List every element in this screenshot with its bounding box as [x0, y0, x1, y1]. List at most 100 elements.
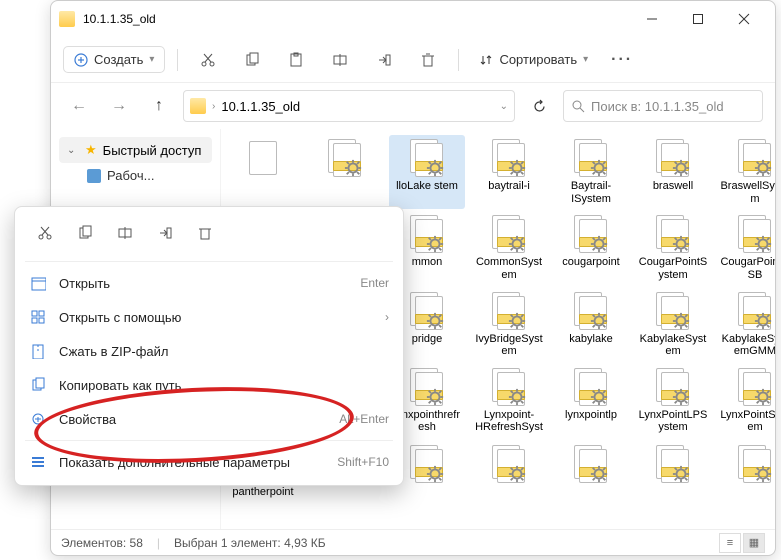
share-button[interactable] — [366, 44, 402, 76]
divider: | — [157, 536, 160, 550]
open-icon — [29, 274, 47, 292]
more-button[interactable]: ··· — [604, 44, 640, 76]
context-menu-item[interactable]: СвойстваAlt+Enter — [15, 402, 403, 436]
rename-button[interactable] — [107, 217, 143, 249]
file-label: cougarpoint — [562, 256, 620, 269]
sidebar-item-quick-access[interactable]: ⌄ ★ Быстрый доступ — [59, 137, 212, 163]
view-details-button[interactable]: ≡ — [719, 533, 741, 553]
file-item[interactable] — [635, 441, 711, 503]
view-icons-button[interactable]: ▦ — [743, 533, 765, 553]
file-label: Baytrail-ISystem — [555, 180, 627, 205]
inf-file-icon — [572, 139, 610, 177]
context-menu-item[interactable]: Открыть с помощью› — [15, 300, 403, 334]
file-item[interactable]: BraswellSystem — [717, 135, 775, 209]
file-item[interactable]: Lynxpoint-HRefreshSystem — [471, 364, 547, 439]
file-item[interactable]: lynxpointlp — [553, 364, 629, 439]
context-menu-item[interactable]: Показать дополнительные параметры Shift+F… — [15, 445, 403, 479]
file-label: braswell — [653, 180, 693, 193]
file-label: LynxPointSystem — [719, 409, 775, 434]
inf-file-icon — [408, 139, 446, 177]
chevron-right-icon: › — [385, 310, 389, 324]
file-label: CommonSystem — [473, 256, 545, 281]
file-item[interactable]: CommonSystem — [471, 211, 547, 285]
maximize-button[interactable] — [675, 3, 721, 35]
delete-button[interactable] — [187, 217, 223, 249]
file-item[interactable]: KabylakeSystem — [635, 288, 711, 362]
address-path: 10.1.1.35_old — [221, 99, 300, 114]
file-item[interactable]: CougarPointUSB — [717, 211, 775, 285]
file-item[interactable] — [307, 135, 383, 209]
copy-button[interactable] — [67, 217, 103, 249]
minimize-button[interactable] — [629, 3, 675, 35]
file-item[interactable] — [225, 135, 301, 209]
context-menu-item[interactable]: Сжать в ZIP-файл — [15, 334, 403, 368]
status-count: Элементов: 58 — [61, 536, 143, 550]
close-button[interactable] — [721, 3, 767, 35]
file-item[interactable]: cougarpoint — [553, 211, 629, 285]
file-label: lynxpointlp — [565, 409, 617, 422]
context-menu-item-label: Свойства — [59, 412, 327, 427]
inf-file-icon — [572, 292, 610, 330]
window-title: 10.1.1.35_old — [83, 12, 629, 26]
file-label: pantherpoint — [232, 486, 293, 499]
file-item[interactable]: LynxPointSystem — [717, 364, 775, 439]
rename-button[interactable] — [322, 44, 358, 76]
shortcut-label: Shift+F10 — [337, 455, 389, 469]
file-label: CougarPointUSB — [719, 256, 775, 281]
file-item[interactable]: braswell — [635, 135, 711, 209]
context-menu: ОткрытьEnterОткрыть с помощью›Сжать в ZI… — [14, 206, 404, 486]
chevron-down-icon[interactable]: ⌄ — [500, 101, 508, 112]
context-menu-item-label: Копировать как путь — [59, 378, 377, 393]
inf-file-icon — [736, 368, 774, 406]
file-item[interactable]: baytrail-i — [471, 135, 547, 209]
sidebar-item-desktop[interactable]: Рабоч... — [59, 163, 212, 188]
new-button-label: Создать — [94, 52, 143, 67]
file-item[interactable] — [471, 441, 547, 503]
folder-icon — [59, 11, 75, 27]
file-label: baytrail-i — [488, 180, 530, 193]
file-item[interactable]: LynxPointLPSystem — [635, 364, 711, 439]
address-bar[interactable]: › 10.1.1.35_old ⌄ — [183, 90, 515, 122]
file-item[interactable]: Baytrail-ISystem — [553, 135, 629, 209]
chevron-down-icon: ⌄ — [67, 145, 79, 156]
file-label: KabylakeSystem — [637, 333, 709, 358]
share-button[interactable] — [147, 217, 183, 249]
delete-button[interactable] — [410, 44, 446, 76]
context-menu-item[interactable]: ОткрытьEnter — [15, 266, 403, 300]
copypath-icon — [29, 376, 47, 394]
divider — [458, 49, 459, 71]
inf-file-icon — [654, 139, 692, 177]
cut-button[interactable] — [27, 217, 63, 249]
context-menu-item-label: Показать дополнительные параметры — [59, 455, 325, 470]
sidebar-item-label: Быстрый доступ — [103, 143, 202, 158]
file-item[interactable]: IvyBridgeSystem — [471, 288, 547, 362]
inf-file-icon — [572, 445, 610, 483]
file-label: Lynxpoint-HRefreshSystem — [473, 409, 545, 435]
context-menu-item[interactable]: Копировать как путь — [15, 368, 403, 402]
cut-button[interactable] — [190, 44, 226, 76]
refresh-button[interactable] — [523, 90, 555, 122]
file-item[interactable] — [553, 441, 629, 503]
back-button[interactable]: ← — [63, 90, 95, 122]
divider — [177, 49, 178, 71]
new-button[interactable]: Создать ▾ — [63, 46, 165, 73]
file-item[interactable] — [717, 441, 775, 503]
file-label: mmon — [412, 256, 443, 269]
file-label: pridge — [412, 333, 443, 346]
copy-button[interactable] — [234, 44, 270, 76]
toolbar: Создать ▾ Сортировать ▾ ··· — [51, 37, 775, 83]
paste-button[interactable] — [278, 44, 314, 76]
sort-button[interactable]: Сортировать ▾ — [471, 47, 596, 72]
file-item[interactable]: kabylake — [553, 288, 629, 362]
forward-button[interactable]: → — [103, 90, 135, 122]
file-item[interactable]: lloLake stem — [389, 135, 465, 209]
search-input[interactable]: Поиск в: 10.1.1.35_old — [563, 90, 763, 122]
shortcut-label: Enter — [360, 276, 389, 290]
search-placeholder: Поиск в: 10.1.1.35_old — [591, 99, 724, 114]
inf-file-icon — [408, 368, 446, 406]
file-item[interactable]: CougarPointSystem — [635, 211, 711, 285]
up-button[interactable]: ↑ — [143, 90, 175, 122]
inf-file-icon — [736, 292, 774, 330]
inf-file-icon — [490, 445, 528, 483]
file-item[interactable]: KabylakeSystemGMM — [717, 288, 775, 362]
